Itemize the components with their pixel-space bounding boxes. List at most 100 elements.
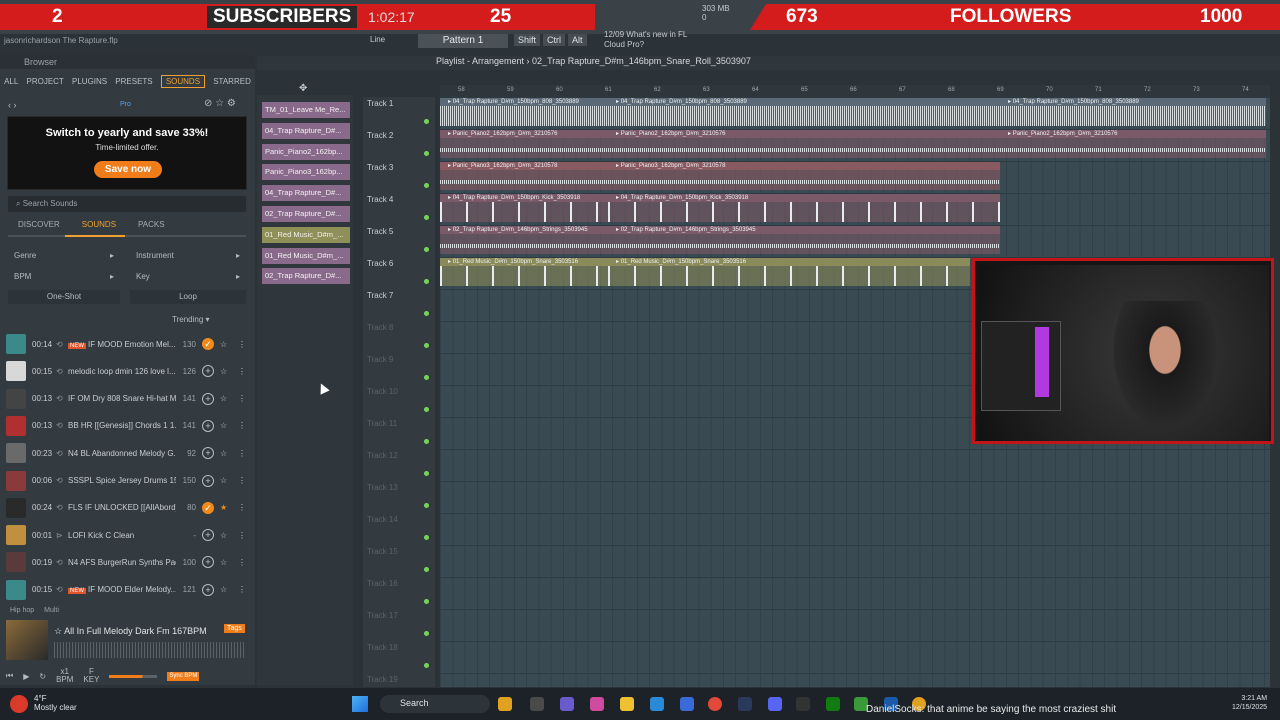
star-icon[interactable]: ★: [220, 503, 232, 512]
subtab-discover[interactable]: DISCOVER: [18, 220, 60, 229]
list-item[interactable]: 00:13 ⟲ BB HR [[Genesis]] Chords 1 1... 141…: [6, 413, 250, 439]
pattern-selector[interactable]: Pattern 1: [418, 34, 508, 48]
track-label[interactable]: Track 6: [367, 259, 393, 268]
taskbar-search[interactable]: Search: [380, 695, 490, 713]
browser-tab-sounds[interactable]: SOUNDS: [160, 74, 206, 88]
alt-button[interactable]: Alt: [568, 34, 587, 46]
weather-widget[interactable]: 4°F Mostly clear: [34, 694, 77, 712]
more-icon[interactable]: ⋮: [238, 367, 246, 376]
playlist-clip[interactable]: ▸ 04_Trap Rapture_D#m_150bpm_808_3503889: [608, 98, 1000, 126]
sort-dropdown[interactable]: Trending ▾: [172, 315, 210, 324]
chrome-icon[interactable]: [708, 697, 722, 711]
track-label[interactable]: Track 4: [367, 195, 393, 204]
track-label[interactable]: Track 19: [367, 675, 398, 684]
subtab-sounds[interactable]: SOUNDS: [82, 220, 116, 229]
track-mute-led[interactable]: [424, 503, 429, 508]
obs-icon[interactable]: [796, 697, 810, 711]
track-mute-led[interactable]: [424, 151, 429, 156]
bpm-filter[interactable]: BPM ▸: [8, 270, 120, 284]
bpm-shift[interactable]: x1 BPM: [56, 668, 73, 684]
xbox-icon[interactable]: [826, 697, 840, 711]
channel-item[interactable]: 02_Trap Rapture_D#...: [262, 206, 350, 222]
more-icon[interactable]: ⋮: [238, 449, 246, 458]
track-label[interactable]: Track 8: [367, 323, 393, 332]
ctrl-button[interactable]: Ctrl: [543, 34, 566, 46]
key-shift[interactable]: F KEY: [83, 668, 99, 684]
oneshot-filter[interactable]: One-Shot: [8, 290, 120, 304]
more-icon[interactable]: ⋮: [238, 503, 246, 512]
track-mute-led[interactable]: [424, 567, 429, 572]
shift-button[interactable]: Shift: [514, 34, 541, 46]
track-label[interactable]: Track 10: [367, 387, 398, 396]
add-icon[interactable]: +: [202, 392, 214, 405]
teams-icon[interactable]: [560, 697, 574, 711]
loop-icon[interactable]: ↻: [39, 672, 46, 681]
loop-filter[interactable]: Loop: [130, 290, 246, 304]
track-mute-led[interactable]: [424, 631, 429, 636]
star-icon[interactable]: ☆: [220, 421, 232, 430]
star-icon[interactable]: ☆: [220, 340, 232, 349]
list-item[interactable]: 00:23 ⟲ N4 BL Abandonned Melody G... 92 + ☆ ⋮: [6, 440, 250, 466]
app-icon-2[interactable]: [530, 697, 544, 711]
track-label[interactable]: Track 17: [367, 611, 398, 620]
added-check-icon[interactable]: ✓: [202, 338, 214, 350]
add-icon[interactable]: +: [202, 365, 214, 378]
playlist-clip[interactable]: ▸ 01_Red Music_D#m_150bpm_Snare_3503516: [440, 258, 608, 286]
subtab-packs[interactable]: PACKS: [138, 220, 165, 229]
windows-start-icon[interactable]: [352, 696, 368, 712]
instrument-filter[interactable]: Instrument ▸: [130, 249, 246, 263]
added-check-icon[interactable]: ✓: [202, 501, 214, 514]
channel-item[interactable]: Panic_Piano2_162bp...: [262, 143, 350, 160]
playlist-clip[interactable]: ▸ Panic_Piano2_162bpm_D#m_3210576: [440, 130, 608, 158]
track-mute-led[interactable]: [424, 279, 429, 284]
app-icon-1[interactable]: [498, 697, 512, 711]
tags-button[interactable]: Tags: [224, 624, 245, 633]
list-item[interactable]: 00:01 ⊳ LOFI Kick C Clean - + ☆ ⋮: [6, 522, 250, 548]
track-label[interactable]: Track 14: [367, 515, 398, 524]
list-item[interactable]: 00:14 ⟲ NEW IF MOOD Emotion Mel... 130 ✓ ☆ ⋮: [6, 331, 250, 357]
steam-icon[interactable]: [738, 697, 752, 711]
star-icon[interactable]: ☆: [220, 449, 232, 458]
track-label[interactable]: Track 9: [367, 355, 393, 364]
search-sounds-input[interactable]: ⌕ Search Sounds: [8, 196, 246, 212]
add-icon[interactable]: +: [202, 556, 214, 569]
browser-tab-starred[interactable]: STARRED: [213, 77, 251, 86]
track-mute-led[interactable]: [424, 311, 429, 316]
track-label[interactable]: Track 3: [367, 163, 393, 172]
track-label[interactable]: Track 2: [367, 131, 393, 140]
edge-icon[interactable]: [650, 697, 664, 711]
playlist-clip[interactable]: ▸ 04_Trap Rapture_D#m_150bpm_808_3503889: [440, 98, 608, 126]
track-mute-led[interactable]: [424, 407, 429, 412]
playlist-clip[interactable]: ▸ 02_Trap Rapture_D#m_146bpm_Strings_350…: [440, 226, 608, 254]
list-item[interactable]: 00:19 ⟲ N4 AFS BurgerRun Synths Pad... 100 +…: [6, 549, 250, 575]
browser-tab-presets[interactable]: PRESETS: [115, 77, 152, 86]
channel-item[interactable]: 04_Trap Rapture_D#...: [262, 122, 350, 139]
channel-item[interactable]: 01_Red Music_D#m_...: [262, 247, 350, 264]
add-icon[interactable]: +: [202, 419, 214, 432]
playlist-clip[interactable]: ▸ 04_Trap Rapture_D#m_150bpm_Kick_350391…: [608, 194, 1000, 222]
track-label[interactable]: Track 1: [367, 99, 393, 108]
discord-icon[interactable]: [768, 697, 782, 711]
track-label[interactable]: Track 13: [367, 483, 398, 492]
preview-waveform[interactable]: [54, 642, 244, 658]
track-mute-led[interactable]: [424, 247, 429, 252]
list-item[interactable]: 00:24 ⟲ FLS IF UNLOCKED [[AllAbord]... 80 ✓ ★…: [6, 495, 250, 521]
star-icon[interactable]: ☆: [220, 367, 232, 376]
track-label[interactable]: Track 16: [367, 579, 398, 588]
genre-filter[interactable]: Genre ▸: [8, 249, 120, 263]
star-icon[interactable]: ☆: [220, 394, 232, 403]
system-clock[interactable]: 3:21 AM 12/15/2025: [1232, 694, 1267, 712]
track-mute-led[interactable]: [424, 215, 429, 220]
more-icon[interactable]: ⋮: [238, 394, 246, 403]
track-label[interactable]: Track 18: [367, 643, 398, 652]
track-label[interactable]: Track 7: [367, 291, 393, 300]
save-now-button[interactable]: Save now: [94, 161, 162, 178]
playlist-clip[interactable]: ▸ 01_Red Music_D#m_150bpm_Snare_3503516: [608, 258, 970, 286]
playlist-clip[interactable]: ▸ 02_Trap Rapture_D#m_146bpm_Strings_350…: [608, 226, 1000, 254]
playlist-clip[interactable]: ▸ Panic_Piano2_162bpm_D#m_3210576: [1000, 130, 1266, 158]
track-mute-led[interactable]: [424, 471, 429, 476]
add-icon[interactable]: +: [202, 474, 214, 487]
track-mute-led[interactable]: [424, 119, 429, 124]
more-icon[interactable]: ⋮: [238, 531, 246, 540]
star-icon[interactable]: ☆: [220, 476, 232, 485]
